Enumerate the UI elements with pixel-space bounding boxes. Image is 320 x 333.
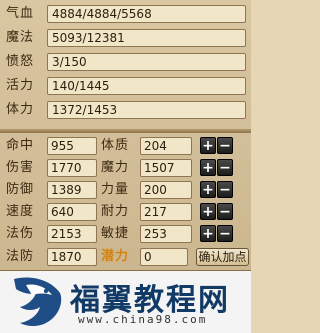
mp-row: 魔法 5093/12381	[0, 28, 251, 48]
constitution-plus-button[interactable]: +	[200, 137, 216, 154]
hp-label: 气血	[6, 6, 35, 21]
speed-value: 640	[51, 205, 74, 219]
stamina-value: 1372/1453	[52, 103, 118, 117]
speed-value-box: 640	[47, 203, 97, 221]
potential-value: 0	[144, 250, 152, 264]
hp-row: 气血 4884/4884/5568	[0, 4, 251, 24]
agility-plus-button[interactable]: +	[200, 225, 216, 242]
vitality-value: 140/1445	[52, 79, 110, 93]
spell-damage-value: 2153	[51, 227, 82, 241]
strength-minus-button[interactable]: −	[217, 181, 233, 198]
stat-row-3: 防御 1389 力量 200 + −	[0, 180, 251, 200]
mp-bar: 5093/12381	[47, 29, 246, 47]
magic-minus-button[interactable]: −	[217, 159, 233, 176]
spell-damage-value-box: 2153	[47, 225, 97, 243]
accuracy-value-box: 955	[47, 137, 97, 155]
spell-defense-value: 1870	[51, 250, 82, 264]
endurance-label: 耐力	[101, 204, 130, 219]
stat-row-6: 法防 1870 潜力 0 确认加点	[0, 247, 251, 267]
hp-value: 4884/4884/5568	[52, 7, 152, 21]
stat-row-1: 命中 955 体质 204 + −	[0, 136, 251, 156]
mp-label: 魔法	[6, 30, 35, 45]
rage-bar: 3/150	[47, 53, 246, 71]
confirm-allocation-button[interactable]: 确认加点	[196, 248, 249, 266]
endurance-value: 217	[144, 205, 167, 219]
vitality-bar: 140/1445	[47, 77, 246, 95]
strength-value-box: 200	[140, 181, 192, 199]
rage-row: 愤怒 3/150	[0, 52, 251, 72]
spell-defense-label: 法防	[6, 249, 35, 264]
accuracy-label: 命中	[6, 138, 35, 153]
agility-value-box: 253	[140, 225, 192, 243]
potential-label: 潜力	[101, 249, 130, 264]
constitution-label: 体质	[101, 138, 130, 153]
section-divider	[0, 129, 251, 133]
accuracy-value: 955	[51, 139, 74, 153]
constitution-value: 204	[144, 139, 167, 153]
strength-label: 力量	[101, 182, 130, 197]
magic-plus-button[interactable]: +	[200, 159, 216, 176]
strength-plus-button[interactable]: +	[200, 181, 216, 198]
attribute-panel: 气血 4884/4884/5568 魔法 5093/12381 愤怒 3/150…	[0, 0, 251, 271]
rage-label: 愤怒	[6, 54, 35, 69]
potential-value-box: 0	[140, 248, 188, 266]
watermark: 福翼教程网 www.china98.com	[0, 271, 251, 333]
damage-value-box: 1770	[47, 159, 97, 177]
hp-bar: 4884/4884/5568	[47, 5, 246, 23]
agility-label: 敏捷	[101, 226, 130, 241]
magic-label: 魔力	[101, 160, 130, 175]
magic-value-box: 1507	[140, 159, 192, 177]
strength-value: 200	[144, 183, 167, 197]
magic-value: 1507	[144, 161, 175, 175]
speed-label: 速度	[6, 204, 35, 219]
spell-defense-value-box: 1870	[47, 248, 97, 266]
damage-label: 伤害	[6, 160, 35, 175]
stat-row-5: 法伤 2153 敏捷 253 + −	[0, 224, 251, 244]
endurance-plus-button[interactable]: +	[200, 203, 216, 220]
defense-label: 防御	[6, 182, 35, 197]
stamina-bar: 1372/1453	[47, 101, 246, 119]
eagle-logo-icon	[14, 277, 62, 326]
endurance-minus-button[interactable]: −	[217, 203, 233, 220]
vitality-row: 活力 140/1445	[0, 76, 251, 96]
spell-damage-label: 法伤	[6, 226, 35, 241]
stat-row-2: 伤害 1770 魔力 1507 + −	[0, 158, 251, 178]
endurance-value-box: 217	[140, 203, 192, 221]
watermark-url: www.china98.com	[78, 313, 208, 326]
stat-row-4: 速度 640 耐力 217 + −	[0, 202, 251, 222]
stamina-row: 体力 1372/1453	[0, 100, 251, 120]
agility-minus-button[interactable]: −	[217, 225, 233, 242]
constitution-minus-button[interactable]: −	[217, 137, 233, 154]
defense-value-box: 1389	[47, 181, 97, 199]
constitution-value-box: 204	[140, 137, 192, 155]
vitality-label: 活力	[6, 78, 35, 93]
rage-value: 3/150	[52, 55, 87, 69]
damage-value: 1770	[51, 161, 82, 175]
mp-value: 5093/12381	[52, 31, 125, 45]
stamina-label: 体力	[6, 102, 35, 117]
agility-value: 253	[144, 227, 167, 241]
defense-value: 1389	[51, 183, 82, 197]
